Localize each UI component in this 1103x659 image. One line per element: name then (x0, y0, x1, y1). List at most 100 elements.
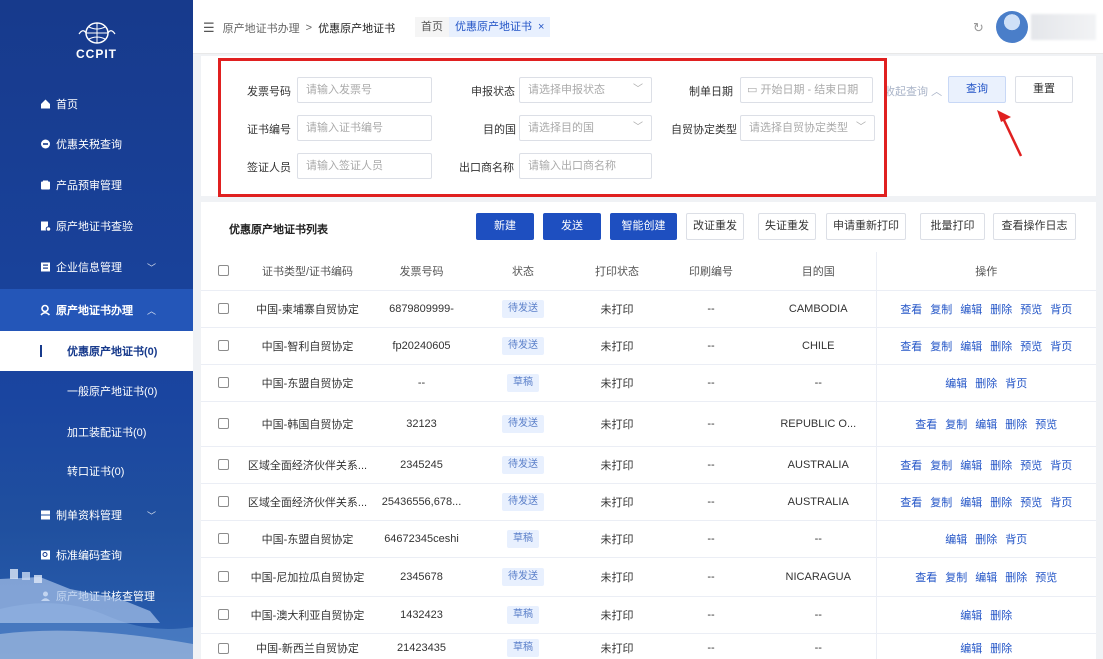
row-checkbox[interactable] (217, 303, 229, 315)
invoice-cell: 64672345ceshi (370, 520, 473, 558)
action-link[interactable]: 复制 (945, 419, 967, 431)
row-checkbox[interactable] (217, 642, 229, 654)
destination-cell: REPUBLIC O... (761, 401, 876, 447)
action-link[interactable]: 删除 (975, 534, 997, 546)
action-link[interactable]: 删除 (990, 497, 1012, 509)
sidebar-item-cert-handling[interactable]: 原产地证书办理 ︿ (0, 289, 193, 331)
row-checkbox[interactable] (217, 571, 229, 583)
sidebar-item-verification-mgmt[interactable]: 原产地证书核查管理 (0, 576, 193, 616)
action-link[interactable]: 删除 (990, 304, 1012, 316)
row-checkbox[interactable] (217, 377, 229, 389)
table-row[interactable]: 中国-澳大利亚自贸协定 1432423 草稿 未打印 -- -- 编辑 删除 (201, 596, 1096, 634)
action-link[interactable]: 预览 (1020, 341, 1042, 353)
action-link[interactable]: 删除 (990, 610, 1012, 622)
refresh-icon[interactable]: ↻ (973, 20, 984, 36)
action-link[interactable]: 复制 (930, 341, 952, 353)
row-checkbox[interactable] (217, 533, 229, 545)
action-link[interactable]: 编辑 (975, 419, 997, 431)
batch-print-button[interactable]: 批量打印 (920, 213, 985, 240)
status-cell: 草稿 (473, 633, 573, 659)
avatar[interactable] (996, 11, 1028, 43)
action-link[interactable]: 背页 (1050, 304, 1072, 316)
action-link[interactable]: 删除 (990, 643, 1012, 655)
tab-home[interactable]: 首页 (415, 17, 449, 37)
collapse-menu-icon[interactable]: ☰ (203, 20, 215, 36)
action-link[interactable]: 查看 (900, 460, 922, 472)
action-link[interactable]: 编辑 (960, 497, 982, 509)
collapse-search-toggle[interactable]: 收起查询 ︿ (884, 83, 942, 99)
row-checkbox[interactable] (217, 459, 229, 471)
action-link[interactable]: 背页 (1050, 497, 1072, 509)
action-link[interactable]: 查看 (900, 497, 922, 509)
action-link[interactable]: 复制 (930, 304, 952, 316)
send-button[interactable]: 发送 (543, 213, 601, 240)
action-link[interactable]: 编辑 (945, 534, 967, 546)
action-link[interactable]: 查看 (900, 304, 922, 316)
sidebar-item-doc-materials[interactable]: 制单资料管理 ﹀ (0, 495, 193, 535)
operation-log-button[interactable]: 查看操作日志 (993, 213, 1076, 240)
new-button[interactable]: 新建 (476, 213, 534, 240)
table-row[interactable]: 中国-新西兰自贸协定 21423435 草稿 未打印 -- -- 编辑 删除 (201, 633, 1096, 659)
table-row[interactable]: 区域全面经济伙伴关系... 2345245 待发送 未打印 -- AUSTRALIA 查看复… (201, 446, 1096, 484)
action-link[interactable]: 查看 (915, 419, 937, 431)
action-link[interactable]: 编辑 (960, 304, 982, 316)
action-link[interactable]: 背页 (1005, 378, 1027, 390)
row-checkbox[interactable] (217, 340, 229, 352)
close-icon[interactable]: × (538, 21, 544, 33)
action-link[interactable]: 删除 (1005, 572, 1027, 584)
breadcrumb-parent[interactable]: 原产地证书办理 (223, 20, 300, 36)
action-link[interactable]: 预览 (1035, 572, 1057, 584)
action-link[interactable]: 复制 (945, 572, 967, 584)
tab-preferential-cert[interactable]: 优惠原产地证书 × (449, 17, 551, 37)
action-link[interactable]: 删除 (990, 341, 1012, 353)
action-link[interactable]: 预览 (1020, 304, 1042, 316)
sidebar-item-label: 优惠关税查询 (56, 139, 122, 151)
table-row[interactable]: 区域全面经济伙伴关系... 25436556,678... 待发送 未打印 -- AUST… (201, 483, 1096, 521)
reset-button[interactable]: 重置 (1015, 76, 1073, 103)
action-link[interactable]: 编辑 (960, 341, 982, 353)
table-row[interactable]: 中国-韩国自贸协定 32123 待发送 未打印 -- REPUBLIC O... 查看 复制编… (201, 401, 1096, 447)
table-row[interactable]: 中国-智利自贸协定 fp20240605 待发送 未打印 -- CHILE 查看 复制 编辑 删除… (201, 327, 1096, 365)
lost-reissue-button[interactable]: 失证重发 (758, 213, 816, 240)
sidebar-subitem-preferential-cert[interactable]: 优惠原产地证书(0) (0, 331, 193, 371)
table-row[interactable]: 中国-东盟自贸协定 -- 草稿 未打印 -- -- 编辑 删除 背页 (201, 364, 1096, 402)
action-link[interactable]: 背页 (1050, 341, 1072, 353)
sidebar-item-cert-verify[interactable]: 原产地证书查验 (0, 206, 193, 246)
sidebar-subitem-processing-cert[interactable]: 加工装配证书(0) (0, 412, 193, 452)
sidebar-item-tariff-query[interactable]: 优惠关税查询 (0, 124, 193, 164)
action-link[interactable]: 删除 (975, 378, 997, 390)
action-link[interactable]: 预览 (1020, 460, 1042, 472)
smart-create-button[interactable]: 智能创建 (610, 213, 677, 240)
sidebar-item-home[interactable]: 首页 (0, 84, 193, 124)
action-link[interactable]: 删除 (1005, 419, 1027, 431)
action-link[interactable]: 查看 (915, 572, 937, 584)
row-checkbox[interactable] (217, 496, 229, 508)
query-button[interactable]: 查询 (948, 76, 1006, 103)
row-checkbox[interactable] (217, 609, 229, 621)
sidebar-item-pre-review[interactable]: 产品预审管理 (0, 165, 193, 205)
sidebar-item-company-info[interactable]: 企业信息管理 ﹀ (0, 247, 193, 287)
sidebar-subitem-transit-cert[interactable]: 转口证书(0) (0, 451, 193, 491)
action-link[interactable]: 预览 (1020, 497, 1042, 509)
action-link[interactable]: 预览 (1035, 419, 1057, 431)
action-link[interactable]: 背页 (1005, 534, 1027, 546)
table-row[interactable]: 中国-东盟自贸协定 64672345ceshi 草稿 未打印 -- -- 编辑 删除 背页 (201, 520, 1096, 558)
action-link[interactable]: 查看 (900, 341, 922, 353)
action-link[interactable]: 编辑 (960, 460, 982, 472)
action-link[interactable]: 编辑 (960, 643, 982, 655)
action-link[interactable]: 复制 (930, 497, 952, 509)
reissue-button[interactable]: 改证重发 (686, 213, 744, 240)
action-link[interactable]: 编辑 (960, 610, 982, 622)
action-link[interactable]: 背页 (1050, 460, 1072, 472)
table-row[interactable]: 中国-尼加拉瓜自贸协定 2345678 待发送 未打印 -- NICARAGUA 查看 复制编… (201, 557, 1096, 597)
sidebar-item-code-query[interactable]: 标准编码查询 (0, 535, 193, 575)
action-link[interactable]: 编辑 (945, 378, 967, 390)
sidebar-subitem-general-cert[interactable]: 一般原产地证书(0) (0, 371, 193, 411)
action-link[interactable]: 编辑 (975, 572, 997, 584)
reprint-request-button[interactable]: 申请重新打印 (826, 213, 906, 240)
select-all-checkbox[interactable] (217, 265, 229, 277)
row-checkbox[interactable] (217, 418, 229, 430)
action-link[interactable]: 复制 (930, 460, 952, 472)
table-row[interactable]: 中国-柬埔寨自贸协定 6879809999- 待发送 未打印 -- CAMBODIA 查看复… (201, 290, 1096, 328)
action-link[interactable]: 删除 (990, 460, 1012, 472)
